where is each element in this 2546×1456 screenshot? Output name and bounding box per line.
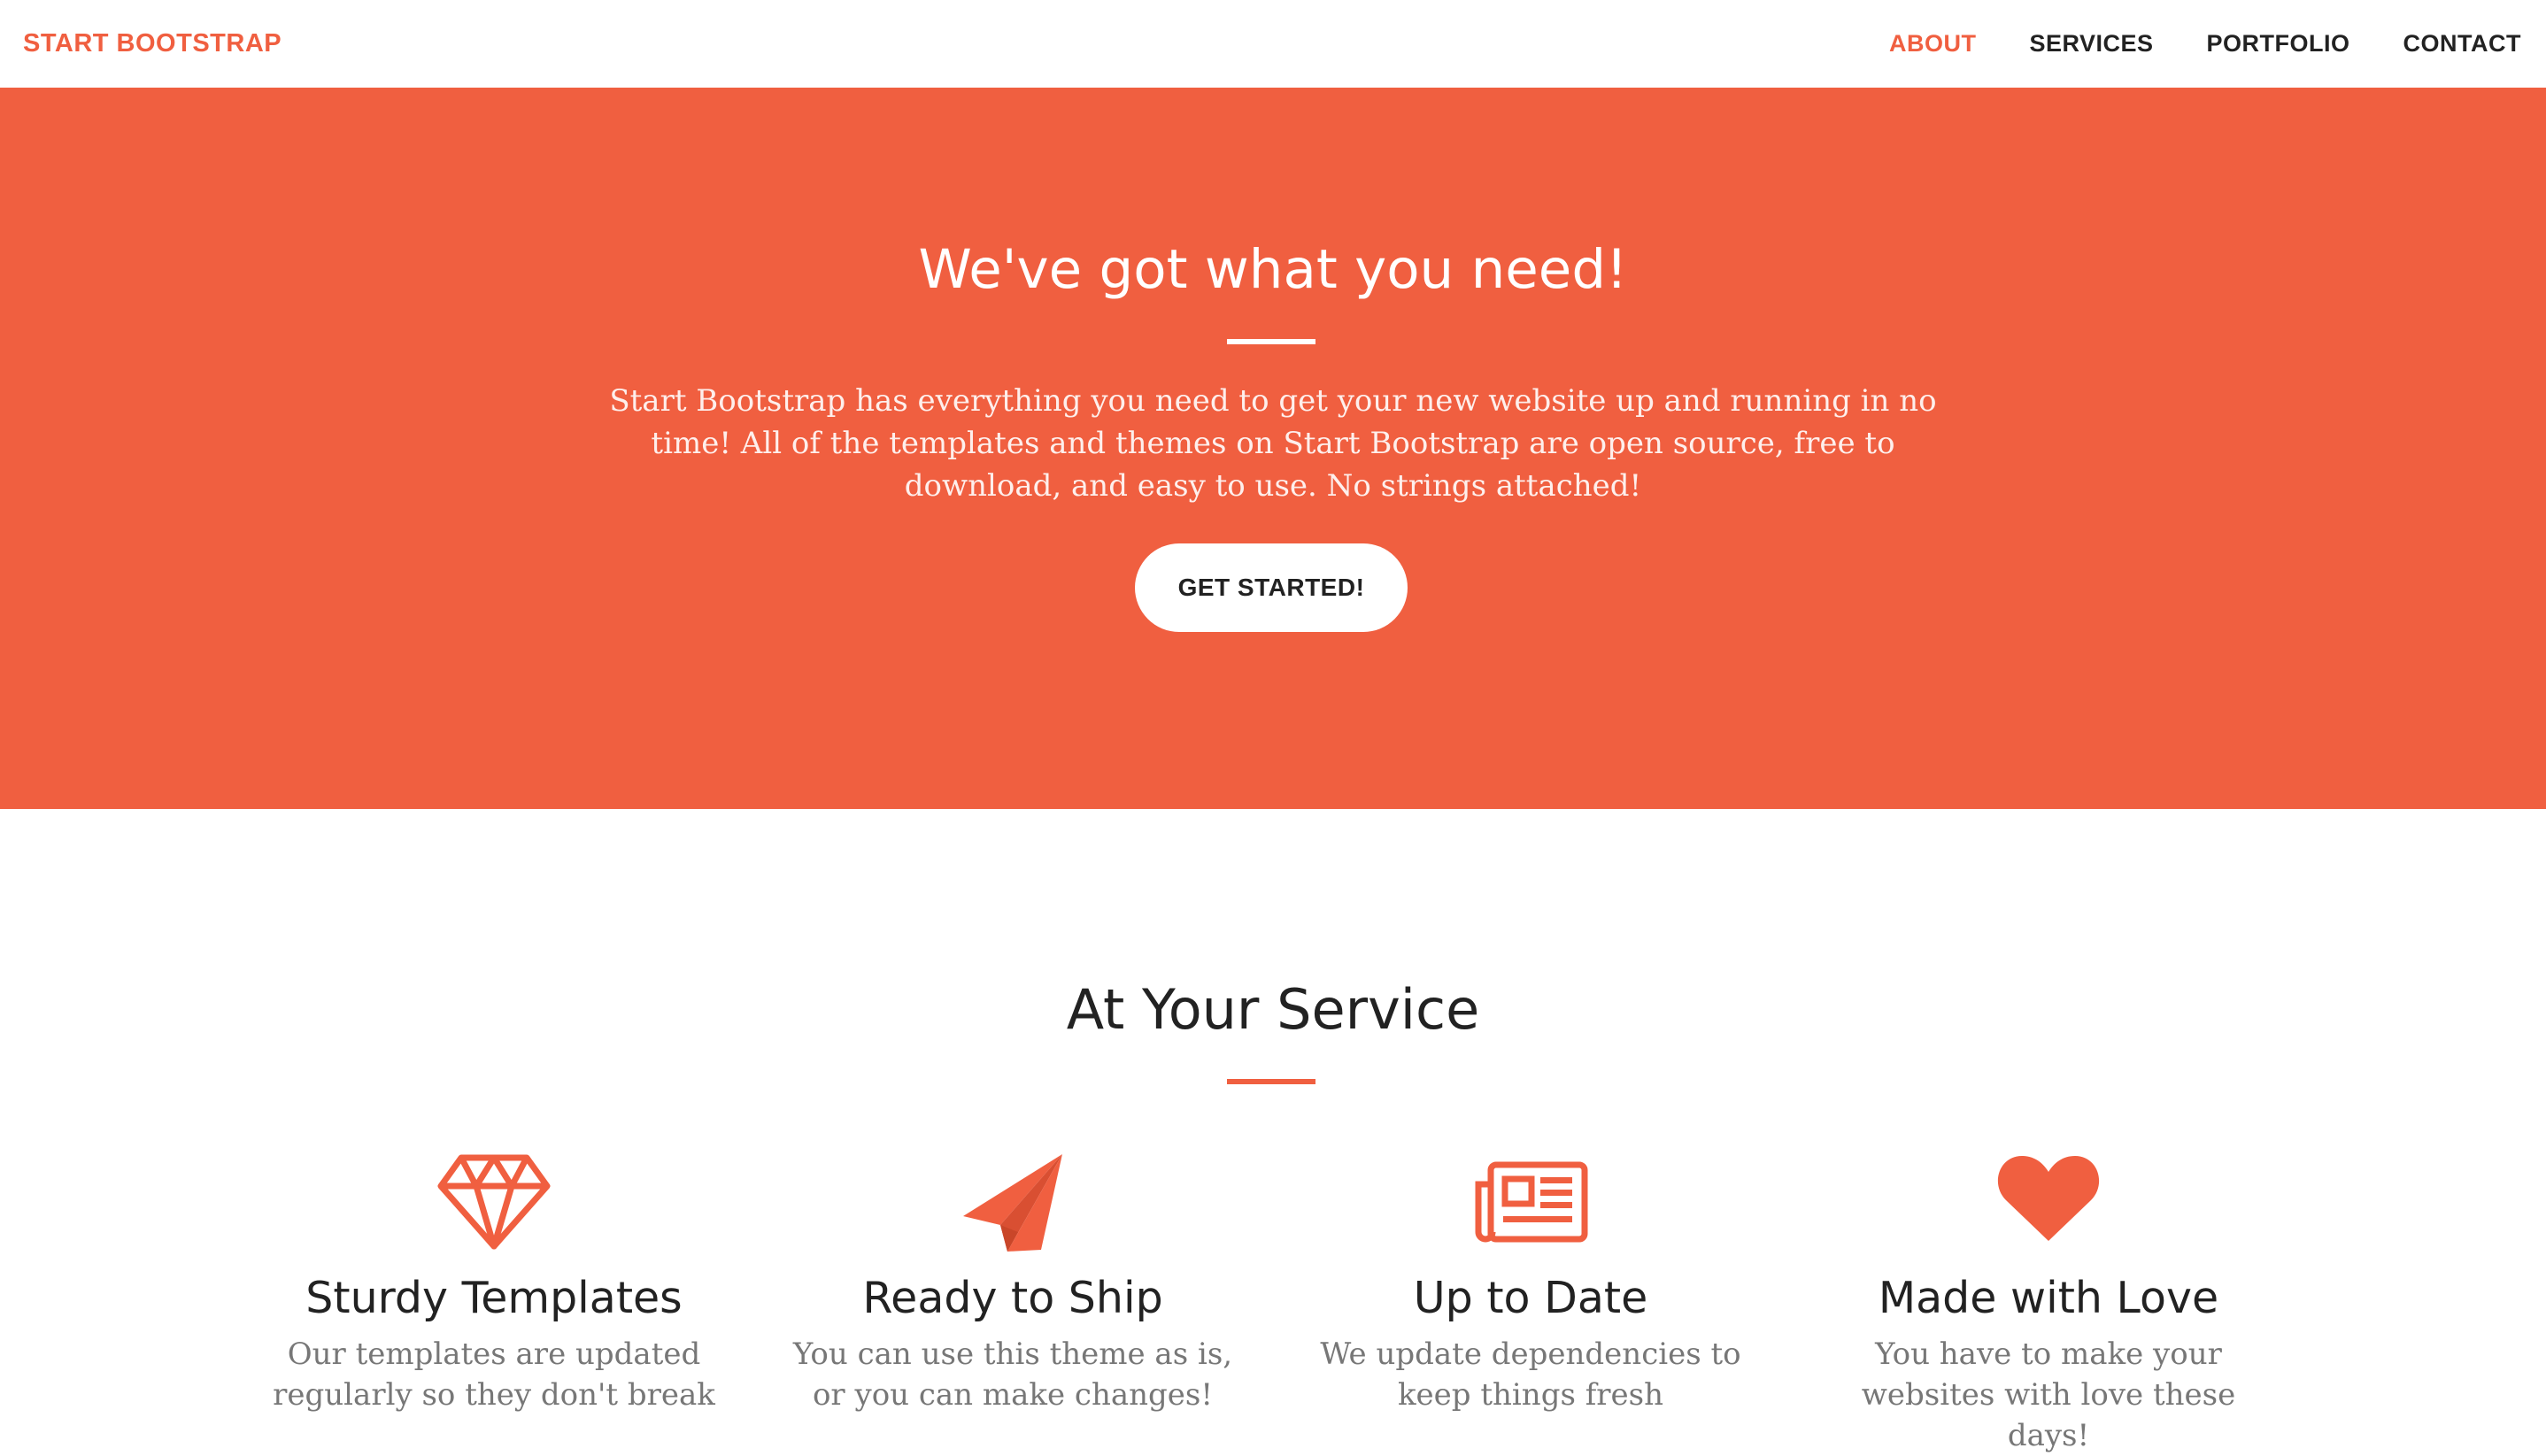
hero-section: We've got what you need! Start Bootstrap… — [0, 88, 2546, 809]
paper-plane-icon — [765, 1152, 1261, 1257]
service-item-ready-to-ship: Ready to Ship You can use this theme as … — [765, 1152, 1261, 1415]
service-name: Up to Date — [1413, 1273, 1648, 1323]
nav-link-services[interactable]: SERVICES — [2029, 30, 2153, 58]
services-section: At Your Service Sturdy Templates Our tem… — [0, 809, 2546, 1453]
hero-text: Start Bootstrap has everything you need … — [609, 383, 1937, 504]
service-item-made-with-love: Made with Love You have to make your web… — [1801, 1152, 2296, 1456]
service-desc: You can use this theme as is, or you can… — [792, 1337, 1233, 1413]
nav-links: ABOUT SERVICES PORTFOLIO CONTACT — [1836, 0, 2521, 88]
service-item-up-to-date: Up to Date We update dependencies to kee… — [1283, 1152, 1778, 1415]
service-desc: We update dependencies to keep things fr… — [1320, 1337, 1741, 1413]
heart-icon — [1801, 1152, 2296, 1257]
nav-link-about[interactable]: ABOUT — [1889, 30, 1977, 58]
diamond-icon — [246, 1152, 742, 1257]
newspaper-icon — [1283, 1152, 1778, 1257]
services-title: At Your Service — [1066, 977, 1480, 1042]
hero-title: We've got what you need! — [918, 238, 1628, 301]
service-name: Ready to Ship — [862, 1273, 1163, 1323]
get-started-button[interactable]: GET STARTED! — [1135, 543, 1408, 632]
service-desc: You have to make your websites with love… — [1861, 1337, 2236, 1453]
service-name: Sturdy Templates — [305, 1273, 683, 1323]
services-divider — [1227, 1079, 1315, 1084]
service-desc: Our templates are updated regularly so t… — [273, 1337, 715, 1413]
navbar: START BOOTSTRAP ABOUT SERVICES PORTFOLIO… — [0, 0, 2546, 88]
nav-link-contact[interactable]: CONTACT — [2403, 30, 2521, 58]
hero-divider — [1227, 339, 1315, 344]
nav-link-portfolio[interactable]: PORTFOLIO — [2207, 30, 2350, 58]
brand-link[interactable]: START BOOTSTRAP — [23, 0, 282, 88]
service-item-sturdy-templates: Sturdy Templates Our templates are updat… — [246, 1152, 742, 1415]
service-name: Made with Love — [1878, 1273, 2219, 1323]
